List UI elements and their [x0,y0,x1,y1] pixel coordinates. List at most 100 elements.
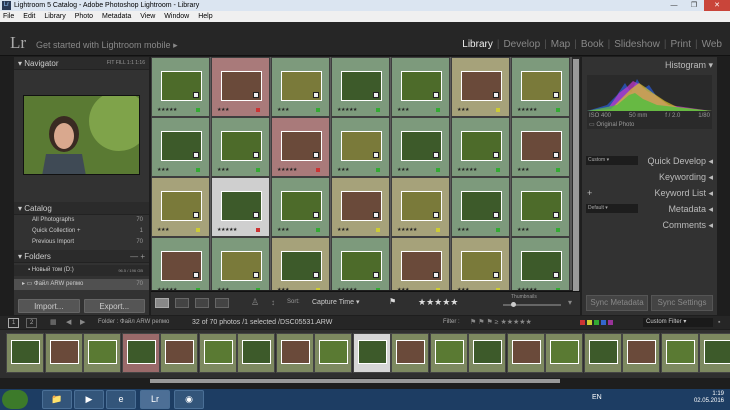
filmstrip-thumbnail[interactable] [391,333,429,373]
filter-lock-icon[interactable]: ▪ [718,316,720,329]
photo-rating[interactable]: ★★★★★ [517,287,537,290]
develop-badge-icon[interactable] [433,92,439,98]
photo-cell[interactable]: ★★★ [391,237,450,290]
photo-rating[interactable]: ★★★ [157,167,169,173]
photo-cell[interactable]: ★★★★★ [151,57,210,117]
menu-window[interactable]: Window [164,11,189,22]
photo-rating[interactable]: ★★★ [157,227,169,233]
photo-rating[interactable]: ★★★ [337,227,349,233]
thumbnail-size-slider[interactable] [503,302,561,307]
photo-rating[interactable]: ★★★ [517,227,529,233]
lightroom-taskbar-icon[interactable]: Lr [140,390,170,409]
back-arrow-icon[interactable]: ◀ [66,316,71,329]
add-keyword-icon[interactable]: + [587,185,592,201]
menu-photo[interactable]: Photo [75,11,93,22]
photo-rating[interactable]: ★★★★★ [157,287,177,290]
photo-cell[interactable]: ★★★ [331,177,390,237]
filmstrip-thumbnail[interactable] [660,333,699,373]
photo-rating[interactable]: ★★★ [217,107,229,113]
develop-badge-icon[interactable] [493,272,499,278]
menu-help[interactable]: Help [198,11,212,22]
comments-header[interactable]: Comments ◂ [582,217,717,233]
module-map[interactable]: Map [551,39,570,50]
develop-badge-icon[interactable] [193,212,199,218]
menu-library[interactable]: Library [44,11,65,22]
folders-header[interactable]: ▾ Folders — + [14,250,149,263]
custom-filter-select[interactable]: Custom Filter ▾ [643,318,713,327]
menu-metadata[interactable]: Metadata [102,11,131,22]
navigator-preview[interactable] [23,95,140,175]
photo-cell[interactable]: ★★★★★ [271,117,330,177]
histogram-header[interactable]: Histogram ▾ [582,57,717,73]
flag-icon[interactable]: ⚑ [389,297,396,306]
filmstrip-thumbnail[interactable] [545,333,583,373]
photo-rating[interactable]: ★★★ [397,287,409,290]
photo-cell[interactable]: ★★★ [391,117,450,177]
photo-cell[interactable]: ★★★★★ [331,237,390,290]
module-book[interactable]: Book [581,39,604,50]
photo-cell[interactable]: ★★★ [271,237,330,290]
filmstrip-thumbnail[interactable] [314,333,352,373]
photo-cell[interactable]: ★★★ [331,117,390,177]
photo-cell[interactable]: ★★★★★ [511,57,570,117]
catalog-header[interactable]: ▾ Catalog [14,202,149,215]
photo-cell[interactable]: ★★★★★ [391,177,450,237]
develop-badge-icon[interactable] [553,212,559,218]
filmstrip-thumbnail[interactable] [83,333,121,373]
filmstrip-thumbnail[interactable] [6,333,44,373]
photo-cell[interactable]: ★★★ [211,237,270,290]
catalog-previous-import[interactable]: Previous Import 70 [14,237,149,248]
develop-badge-icon[interactable] [553,92,559,98]
develop-badge-icon[interactable] [373,212,379,218]
filmstrip-thumbnail[interactable] [44,333,83,373]
photo-cell[interactable]: ★★★★★ [151,237,210,290]
window-2-icon[interactable]: 2 [26,318,38,328]
filmstrip-thumbnail[interactable] [506,333,545,373]
explorer-taskbar-icon[interactable]: 📁 [42,390,72,409]
grid-scrollbar[interactable] [572,57,580,295]
photo-cell[interactable]: ★★★ [511,117,570,177]
filmstrip-thumbnail[interactable] [198,333,237,373]
keywording-header[interactable]: Keywording ◂ [582,169,717,185]
mobile-link[interactable]: Get started with Lightroom mobile ▸ [36,40,178,51]
photo-rating[interactable]: ★★★ [277,287,289,290]
filmstrip-thumbnail[interactable] [352,333,391,373]
develop-badge-icon[interactable] [373,92,379,98]
filmstrip-scrollbar[interactable] [150,379,560,383]
photo-rating[interactable]: ★★★ [337,167,349,173]
develop-badge-icon[interactable] [433,272,439,278]
photo-rating[interactable]: ★★★★★ [457,167,477,173]
start-button[interactable] [2,390,28,409]
ie-taskbar-icon[interactable]: e [106,390,136,409]
develop-badge-icon[interactable] [493,92,499,98]
module-web[interactable]: Web [702,39,722,50]
sync-settings-button[interactable]: Sync Settings [651,295,713,311]
filmstrip-thumbnail[interactable] [429,333,468,373]
photo-rating[interactable]: ★★★ [217,287,229,290]
catalog-all-photographs[interactable]: All Photographs 70 [14,215,149,226]
module-library[interactable]: Library [462,39,493,50]
develop-badge-icon[interactable] [193,92,199,98]
sort-direction-icon[interactable]: ↕ [271,298,275,307]
survey-view-icon[interactable] [215,298,229,308]
develop-badge-icon[interactable] [553,272,559,278]
photo-rating[interactable]: ★★★ [217,167,229,173]
photo-rating[interactable]: ★★★★★ [217,227,237,233]
compare-view-icon[interactable] [195,298,209,308]
develop-badge-icon[interactable] [493,212,499,218]
filmstrip-thumbnail[interactable] [237,333,275,373]
develop-badge-icon[interactable] [253,92,259,98]
metadata-header[interactable]: Default ▾ Metadata ◂ [582,201,717,217]
minimize-button[interactable]: — [664,0,684,11]
filmstrip-thumbnail[interactable] [160,333,198,373]
develop-badge-icon[interactable] [313,212,319,218]
develop-badge-icon[interactable] [313,152,319,158]
filmstrip-thumbnail[interactable] [583,333,622,373]
develop-badge-icon[interactable] [553,152,559,158]
filmstrip-thumbnail[interactable] [622,333,660,373]
photo-cell[interactable]: ★★★ [451,237,510,290]
develop-badge-icon[interactable] [313,272,319,278]
photo-rating[interactable]: ★★★ [397,107,409,113]
maximize-button[interactable]: ❐ [684,0,704,11]
develop-badge-icon[interactable] [193,272,199,278]
